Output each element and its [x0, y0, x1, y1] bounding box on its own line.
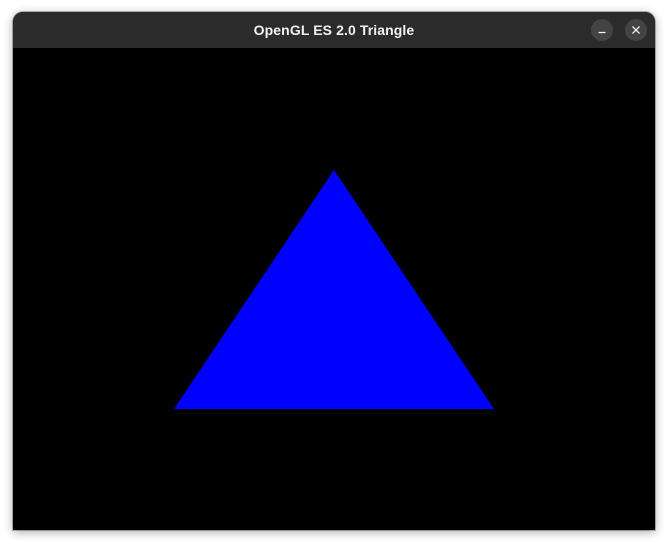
close-icon — [632, 26, 640, 34]
minimize-button[interactable] — [591, 19, 613, 41]
desktop: OpenGL ES 2.0 Triangle — [0, 0, 668, 546]
minimize-icon — [598, 31, 606, 34]
window-controls — [591, 19, 647, 41]
gl-viewport — [13, 48, 655, 530]
app-window: OpenGL ES 2.0 Triangle — [13, 12, 655, 530]
window-title: OpenGL ES 2.0 Triangle — [253, 22, 415, 38]
title-bar[interactable]: OpenGL ES 2.0 Triangle — [13, 12, 655, 48]
close-button[interactable] — [625, 19, 647, 41]
gl-canvas[interactable] — [13, 48, 655, 530]
